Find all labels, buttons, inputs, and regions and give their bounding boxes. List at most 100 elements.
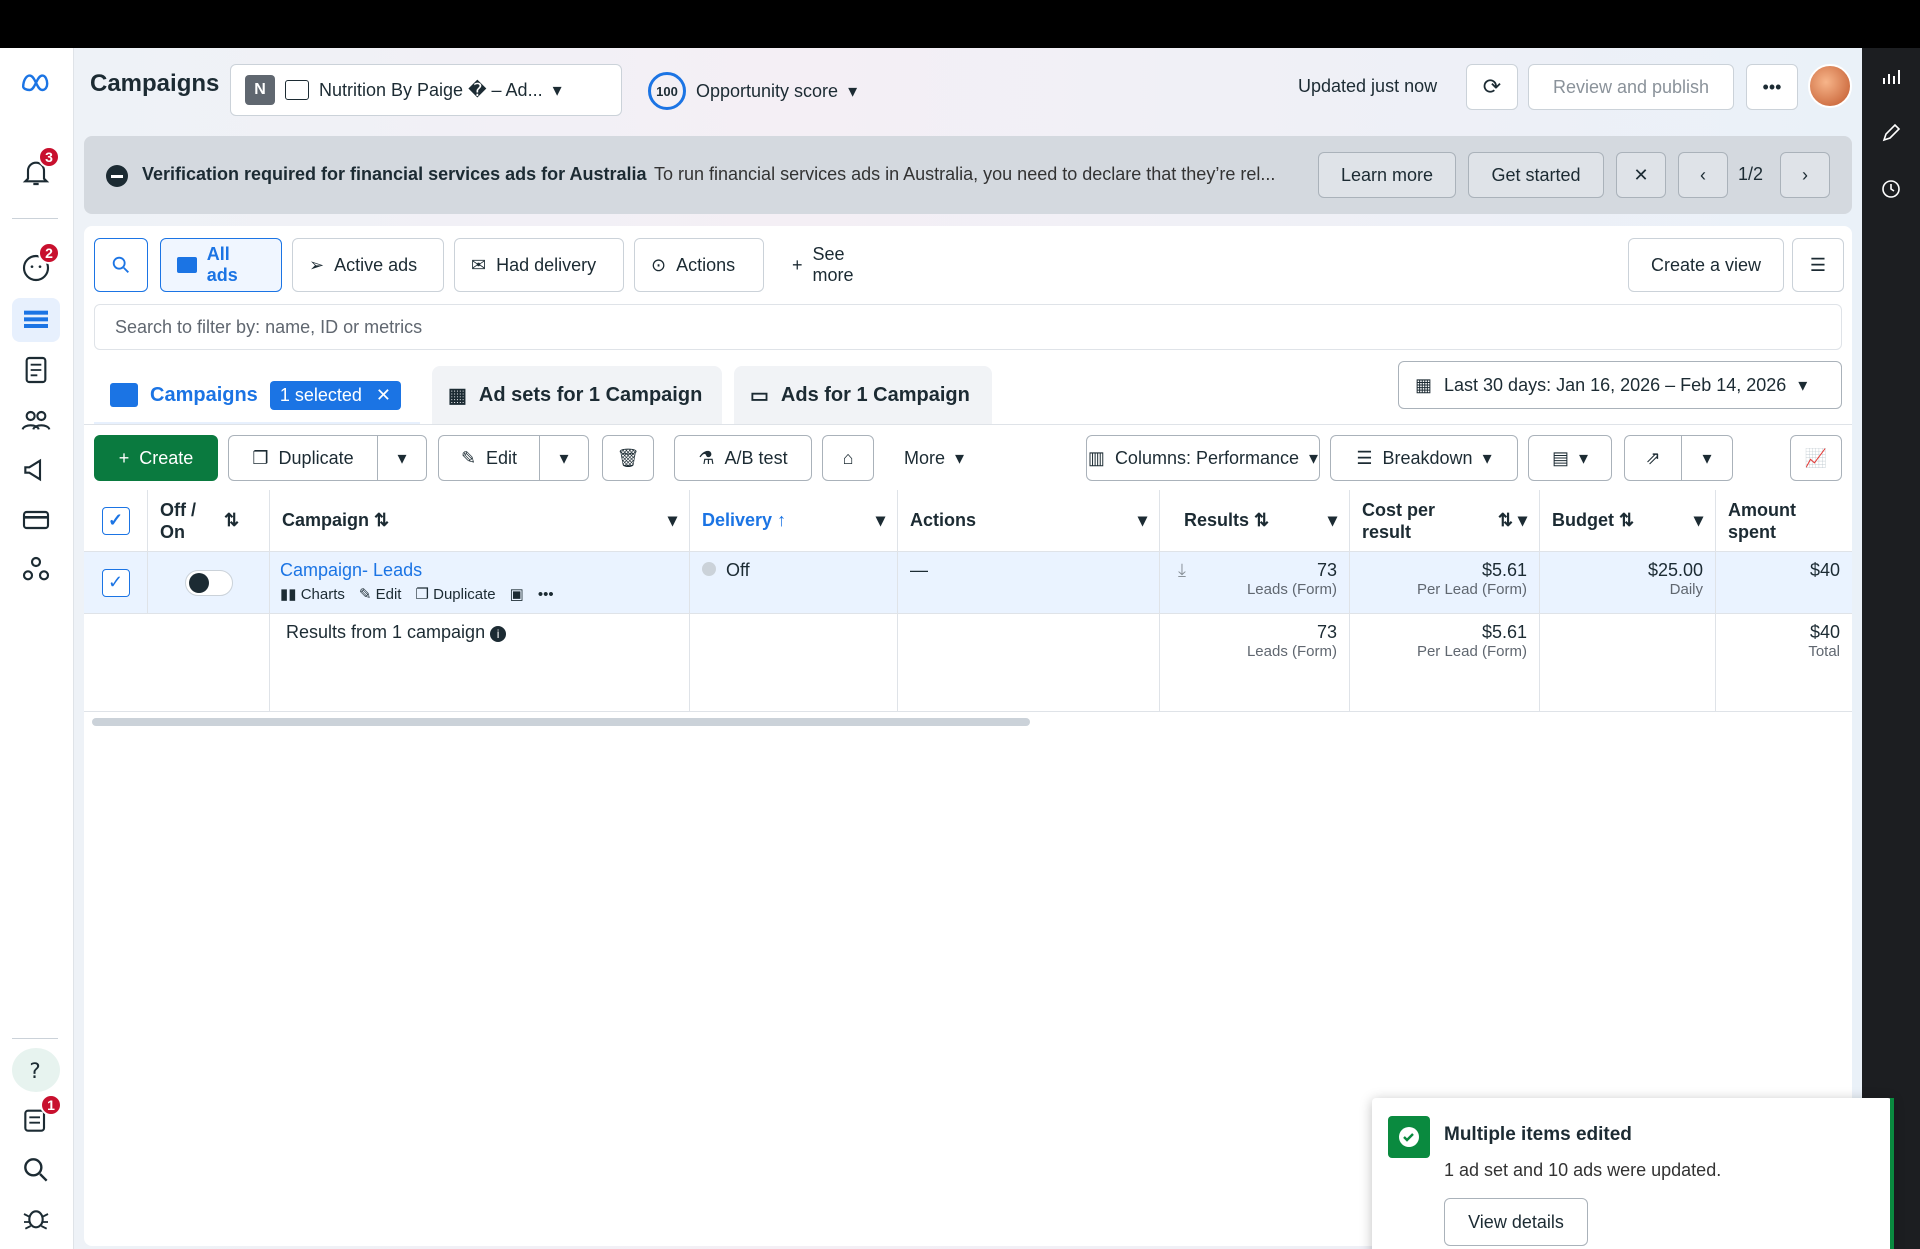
header-cpr-label: Cost per result: [1362, 499, 1436, 542]
spent-cell: $40: [1716, 552, 1852, 614]
learn-more-button[interactable]: Learn more: [1318, 152, 1456, 198]
ab-test-button[interactable]: ⚗ A/B test: [674, 435, 812, 481]
business-settings-icon[interactable]: [12, 548, 60, 592]
check-icon: ✓: [107, 572, 124, 592]
advertise-megaphone-icon[interactable]: [12, 448, 60, 492]
create-view-button[interactable]: Create a view: [1628, 238, 1784, 292]
horizontal-scrollbar[interactable]: [92, 718, 1030, 726]
ellipsis-icon[interactable]: •••: [538, 586, 554, 603]
review-publish-button[interactable]: Review and publish: [1528, 64, 1734, 110]
image-icon[interactable]: ▣: [510, 585, 524, 603]
header-amount-spent[interactable]: Amount spent: [1716, 490, 1852, 552]
notifications-bell-icon[interactable]: 3: [12, 146, 60, 194]
sort-icon: ⇅: [1254, 510, 1270, 530]
charts-link[interactable]: ▮▮ Charts: [280, 585, 345, 603]
audiences-icon[interactable]: [12, 398, 60, 442]
delete-button[interactable]: 🗑: [602, 435, 654, 481]
more-button[interactable]: More ▾: [884, 435, 984, 481]
get-started-button[interactable]: Get started: [1468, 152, 1604, 198]
select-all-checkbox[interactable]: ✓: [101, 506, 130, 535]
edit-button[interactable]: ✎ Edit: [438, 435, 540, 481]
tab-ads[interactable]: ▭ Ads for 1 Campaign: [734, 366, 992, 424]
filter-had-delivery-label: Had delivery: [496, 254, 597, 275]
duplicate-button[interactable]: ❐ Duplicate: [228, 435, 378, 481]
header-delivery-label: Delivery: [702, 510, 773, 530]
summary-label: Results from 1 campaign: [286, 622, 486, 642]
insights-bar-chart-icon[interactable]: [1878, 64, 1904, 90]
ads-manager-table-icon[interactable]: [12, 298, 60, 342]
more-options-button[interactable]: •••: [1746, 64, 1798, 110]
history-clock-icon[interactable]: [1878, 176, 1904, 202]
duplicate-label: Duplicate: [278, 447, 354, 468]
tag-button[interactable]: ⌂: [822, 435, 874, 481]
filter-active-ads[interactable]: ➢ Active ads: [292, 238, 444, 292]
info-icon[interactable]: i: [490, 626, 507, 642]
header-results[interactable]: Results ⇅ ▾: [1160, 490, 1350, 552]
previous-banner-button[interactable]: ‹: [1678, 152, 1728, 198]
filter-all-ads[interactable]: All ads: [160, 238, 282, 292]
header-budget[interactable]: Budget ⇅ ▾: [1540, 490, 1716, 552]
help-icon[interactable]: ?: [12, 1048, 60, 1092]
header-delivery[interactable]: Delivery ↑ ▾: [690, 490, 898, 552]
pages-icon[interactable]: [12, 348, 60, 392]
filter-had-delivery[interactable]: ✉ Had delivery: [454, 238, 624, 292]
selected-pill[interactable]: 1 selected ✕: [269, 380, 401, 410]
date-range-picker[interactable]: ▦ Last 30 days: Jan 16, 2026 – Feb 14, 2…: [1398, 361, 1842, 409]
edit-dropdown[interactable]: ▾: [539, 435, 589, 481]
bug-report-icon[interactable]: [12, 1196, 60, 1240]
row-duplicate-link[interactable]: ❐ Duplicate: [415, 585, 495, 603]
opportunity-score[interactable]: 100 Opportunity score ▾: [648, 72, 857, 110]
duplicate-dropdown[interactable]: ▾: [377, 435, 427, 481]
export-button[interactable]: ⇗: [1624, 435, 1682, 481]
results-cell: ⤓ 73 Leads (Form): [1160, 552, 1350, 614]
create-button[interactable]: + Create: [94, 435, 218, 481]
tab-campaigns[interactable]: Campaigns 1 selected ✕: [94, 366, 420, 424]
row-checkbox[interactable]: ✓: [101, 568, 130, 597]
view-details-button[interactable]: View details: [1444, 1198, 1588, 1246]
search-input[interactable]: Search to filter by: name, ID or metrics: [94, 304, 1842, 350]
filter-settings-button[interactable]: ☰: [1792, 238, 1844, 292]
top-bar: Campaigns N Nutrition By Paige � – Ad...…: [74, 48, 1862, 128]
header-offon[interactable]: Off / On ⇅: [148, 490, 270, 552]
close-banner-button[interactable]: ✕: [1616, 152, 1666, 198]
delivery-cell: Off: [690, 552, 898, 614]
chevron-down-icon: ▾: [1693, 510, 1703, 530]
campaign-toggle[interactable]: [184, 569, 233, 596]
feedback-icon[interactable]: 1: [12, 1094, 62, 1142]
header-campaign[interactable]: Campaign ⇅ ▾: [270, 490, 690, 552]
cpr-value: $5.61: [1481, 560, 1527, 580]
banner-text: To run financial services ads in Austral…: [654, 164, 1276, 184]
chevron-down-icon: ▾: [397, 447, 407, 468]
right-tool-bar: [1862, 48, 1920, 1249]
send-icon: ➢: [309, 254, 325, 275]
filter-actions[interactable]: ⊙ Actions: [634, 238, 764, 292]
avatar[interactable]: [1808, 64, 1852, 108]
header-cost-per-result[interactable]: Cost per result ⇅ ▾: [1350, 490, 1540, 552]
edit-pencil-icon[interactable]: [1878, 120, 1904, 146]
campaign-name-link[interactable]: Campaign- Leads: [280, 560, 677, 581]
breakdown-button[interactable]: ☰ Breakdown ▾: [1330, 435, 1518, 481]
trash-icon: 🗑: [616, 447, 640, 468]
header-actions[interactable]: Actions ▾: [898, 490, 1160, 552]
header-results-label: Results: [1184, 510, 1250, 530]
search-button[interactable]: [94, 238, 148, 292]
tab-ad-sets[interactable]: ▦ Ad sets for 1 Campaign: [432, 366, 722, 424]
search-icon[interactable]: [12, 1148, 60, 1192]
account-selector[interactable]: N Nutrition By Paige � – Ad... ▾: [230, 64, 622, 116]
next-banner-button[interactable]: ›: [1780, 152, 1830, 198]
selected-count: 1 selected: [279, 384, 362, 405]
feedback-count-badge: 1: [40, 1094, 62, 1116]
see-more-filters[interactable]: + See more: [776, 238, 906, 292]
columns-button[interactable]: ▥ Columns: Performance ▾: [1086, 435, 1320, 481]
opportunity-score-value: 100: [648, 72, 686, 110]
export-dropdown[interactable]: ▾: [1681, 435, 1733, 481]
billing-card-icon[interactable]: [12, 498, 60, 542]
reports-button[interactable]: ▤ ▾: [1528, 435, 1612, 481]
select-all-header[interactable]: ✓: [84, 490, 148, 552]
row-edit-link[interactable]: ✎ Edit: [359, 585, 402, 603]
refresh-button[interactable]: ⟳: [1466, 64, 1518, 110]
meta-logo-icon[interactable]: [12, 60, 60, 104]
messages-icon[interactable]: 2: [12, 242, 60, 290]
chart-toggle-button[interactable]: 📈: [1790, 435, 1842, 481]
clear-selection-icon[interactable]: ✕: [376, 385, 391, 406]
